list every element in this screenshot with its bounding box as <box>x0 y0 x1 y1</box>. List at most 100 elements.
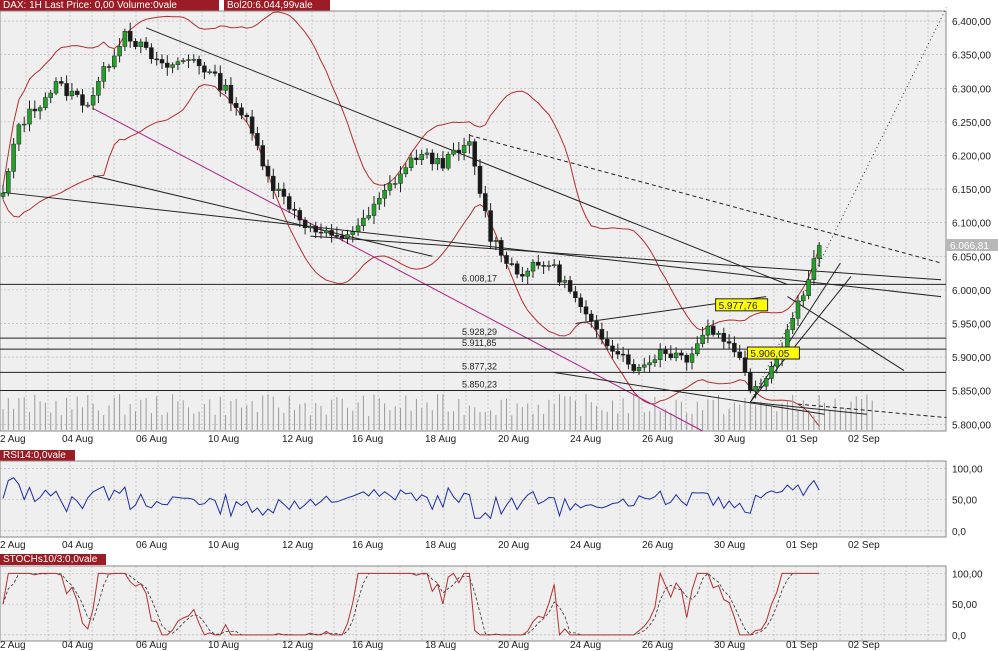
bearish-candle <box>573 291 578 299</box>
bearish-candle <box>286 196 292 210</box>
bullish-candle <box>101 66 106 82</box>
price-y-tick-label: 5.950,00 <box>952 319 991 330</box>
price-y-tick-label: 5.800,00 <box>952 420 991 431</box>
bearish-candle <box>536 261 541 266</box>
bullish-candle <box>117 46 122 57</box>
bullish-candle <box>435 158 440 165</box>
bullish-candle <box>361 217 366 227</box>
bullish-candle <box>382 190 387 199</box>
bullish-candle <box>186 59 191 61</box>
price-x-tick-label: 10 Aug <box>208 434 239 445</box>
stoch-x-tick-label: 18 Aug <box>425 640 456 651</box>
bullish-candle <box>21 123 27 126</box>
bearish-candle <box>313 225 318 233</box>
price-y-tick-label: 6.350,00 <box>952 51 991 62</box>
bearish-candle <box>414 157 419 161</box>
bearish-candle <box>127 31 133 42</box>
bullish-candle <box>223 84 228 91</box>
bullish-candle <box>350 231 356 235</box>
price-x-tick-label: 24 Aug <box>570 434 601 445</box>
bearish-candle <box>732 342 737 353</box>
bullish-candle <box>467 141 472 146</box>
bullish-candle <box>37 107 43 112</box>
level-label: 5.911,85 <box>462 338 496 348</box>
bearish-candle <box>318 231 324 234</box>
price-x-tick-label: 04 Aug <box>62 434 93 445</box>
price-x-tick-label: 18 Aug <box>425 434 456 445</box>
bearish-candle <box>212 71 218 74</box>
bullish-candle <box>308 225 313 229</box>
bullish-candle <box>785 329 790 348</box>
bullish-candle <box>392 183 398 185</box>
price-callout-label: 5.977,76 <box>719 301 758 312</box>
bearish-candle <box>599 329 605 340</box>
bearish-candle <box>679 352 684 356</box>
bullish-candle <box>546 265 552 267</box>
price-x-tick-label: 12 Aug <box>282 434 313 445</box>
bullish-candle <box>403 167 409 175</box>
bearish-candle <box>721 332 727 342</box>
rsi-x-tick-label: 18 Aug <box>425 540 456 551</box>
bearish-candle <box>430 152 435 165</box>
stoch-x-tick-label: 24 Aug <box>570 640 601 651</box>
bullish-candle <box>811 258 817 280</box>
bearish-candle <box>620 353 626 356</box>
stoch-x-tick-label: 01 Sep <box>786 640 818 651</box>
price-y-tick-label: 6.400,00 <box>952 17 991 28</box>
bearish-candle <box>143 41 149 48</box>
bearish-candle <box>589 313 594 322</box>
bearish-candle <box>557 264 562 283</box>
bearish-candle <box>202 65 207 73</box>
level-label: 5.877,32 <box>462 361 497 371</box>
bullish-candle <box>408 157 414 168</box>
bullish-candle <box>461 145 467 154</box>
bearish-candle <box>64 83 69 97</box>
price-y-tick-label: 6.050,00 <box>952 252 991 263</box>
bullish-candle <box>445 153 451 169</box>
bullish-candle <box>647 362 652 366</box>
rsi-x-tick-label: 2 Aug <box>0 540 26 551</box>
bullish-candle <box>769 366 774 379</box>
stoch-x-tick-label: 12 Aug <box>282 640 313 651</box>
bearish-candle <box>106 66 112 68</box>
bearish-candle <box>456 149 462 154</box>
price-x-tick-label: 2 Aug <box>0 434 26 445</box>
stoch-x-tick-label: 10 Aug <box>208 640 239 651</box>
stoch-panel-bg <box>0 565 947 642</box>
bullish-candle <box>85 104 91 107</box>
bullish-candle <box>180 60 186 62</box>
bearish-candle <box>541 265 546 267</box>
bearish-candle <box>339 235 345 239</box>
bullish-candle <box>493 240 499 242</box>
rsi-x-tick-label: 04 Aug <box>62 540 93 551</box>
rsi-x-tick-label: 10 Aug <box>208 540 239 551</box>
bearish-candle <box>154 58 159 61</box>
price-x-tick-label: 02 Sep <box>848 434 880 445</box>
bearish-candle <box>742 357 748 373</box>
bullish-candle <box>801 295 806 302</box>
bearish-candle <box>626 354 631 365</box>
bearish-candle <box>578 297 583 307</box>
bearish-candle <box>498 240 504 256</box>
bullish-candle <box>816 245 822 259</box>
bearish-candle <box>233 102 239 108</box>
bearish-candle <box>297 210 303 221</box>
bearish-candle <box>244 114 250 118</box>
bearish-candle <box>292 208 297 211</box>
bearish-candle <box>80 94 85 106</box>
bearish-candle <box>710 325 716 335</box>
bullish-candle <box>562 280 568 283</box>
price-y-tick-label: 5.900,00 <box>952 353 991 364</box>
bullish-candle <box>790 318 795 331</box>
bearish-candle <box>74 90 80 95</box>
level-label: 5.928,29 <box>462 327 497 337</box>
bullish-candle <box>0 192 6 197</box>
bullish-candle <box>16 124 22 145</box>
bearish-candle <box>504 255 509 264</box>
bearish-candle <box>631 364 636 371</box>
stoch-x-tick-label: 04 Aug <box>62 640 93 651</box>
bullish-candle <box>377 197 382 205</box>
rsi-x-tick-label: 16 Aug <box>352 540 383 551</box>
rsi-x-tick-label: 02 Sep <box>848 540 880 551</box>
bearish-candle <box>684 355 689 363</box>
